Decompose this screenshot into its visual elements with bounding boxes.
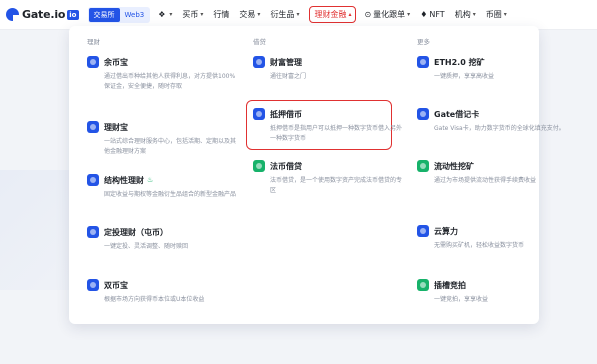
- menu-item-title: 抵押借币: [270, 109, 302, 119]
- menu-item-auto-invest[interactable]: 定投理财（屯币） 一键定投、灵活调整、随时赎回: [87, 226, 237, 252]
- nav-label: NFT: [429, 10, 445, 19]
- calendar-icon: [87, 226, 99, 238]
- menu-item-slot-auction[interactable]: 插槽竞拍 一键竞拍，享享收益: [417, 279, 567, 305]
- menu-item-title: 插槽竞拍: [434, 280, 466, 290]
- menu-item-title: 余币宝: [104, 57, 128, 67]
- main-nav: ❖ ▾ 买币 ▾ 行情 交易 ▾ 衍生品 ▾ 理财金融 ▴ ⊙ 量化跟单 ▾ ♦: [158, 6, 517, 23]
- nav-crypto-circle[interactable]: 币圈 ▾: [486, 9, 507, 20]
- nav-finance[interactable]: 理财金融 ▴: [309, 6, 357, 23]
- hot-icon: ♨: [147, 176, 154, 184]
- chevron-down-icon: ▾: [296, 11, 300, 18]
- menu-item-structured-product[interactable]: 结构性理财 ♨ 固定收益与期权等金融衍生品组合的新型金融产品: [87, 174, 237, 200]
- menu-item-desc: 通过借出币种给其他人获得利息，对方提供100%保证金，安全便捷，随时存取: [104, 73, 236, 90]
- menu-item-desc: 一站式综合理财服务中心，包括活期、定期以及其他金融理财方案: [104, 138, 237, 155]
- menu-item-debit-card[interactable]: Gate借记卡 Gate Visa卡，助力数字货币的全球化填充支付。: [417, 108, 567, 134]
- nav-label: 币圈: [485, 10, 502, 19]
- menu-item-desc: 一键定投、灵活调整、随时赎回: [104, 243, 189, 250]
- pledge-loan-icon: [253, 108, 265, 120]
- menu-item-title: 理财宝: [104, 122, 128, 132]
- nav-label: 交易: [239, 10, 256, 19]
- chevron-down-icon: ▾: [503, 11, 507, 18]
- background-decoration: [0, 170, 70, 290]
- menu-item-title: 定投理财（屯币）: [104, 227, 168, 237]
- wealth-icon: [253, 56, 265, 68]
- menu-item-wealth-management[interactable]: 财富管理 通往财富之门: [253, 56, 403, 82]
- menu-item-savings[interactable]: 余币宝 通过借出币种给其他人获得利息，对方提供100%保证金，安全便捷，随时存取: [87, 56, 237, 92]
- chevron-down-icon: ▾: [407, 11, 411, 18]
- nav-label: 理财金融: [314, 10, 347, 19]
- menu-item-desc: 根据市场方向获得币本位或U本位收益: [104, 296, 205, 303]
- exchange-mode-button[interactable]: 交易所: [88, 7, 120, 22]
- robot-icon: ⊙: [364, 10, 372, 19]
- menu-item-desc: 固定收益与期权等金融衍生品组合的新型金融产品: [104, 191, 237, 198]
- menu-item-fiat-loan[interactable]: 法币借贷 法币借贷，是一个使用数字资产完成法币借贷的专区: [253, 160, 403, 196]
- menu-item-title: 流动性挖矿: [434, 161, 474, 171]
- chevron-up-icon: ▴: [348, 11, 352, 18]
- nav-trade[interactable]: 交易 ▾: [239, 9, 260, 20]
- menu-item-pledge-loan[interactable]: 抵押借币 抵押借币是指用户可以抵押一种数字货币借入另外一种数字货币: [253, 108, 403, 144]
- cloud-mining-icon: [417, 225, 429, 237]
- fiat-loan-icon: [253, 160, 265, 172]
- nav-institutional[interactable]: 机构 ▾: [455, 9, 476, 20]
- card-icon: [417, 108, 429, 120]
- dual-currency-icon: [87, 279, 99, 291]
- chevron-down-icon: ▾: [257, 11, 261, 18]
- wallet-icon: [87, 121, 99, 133]
- nav-label: 机构: [454, 10, 471, 19]
- menu-item-title: Gate借记卡: [434, 109, 480, 119]
- nav-label: 买币: [182, 10, 199, 19]
- chevron-down-icon: ▾: [472, 11, 476, 18]
- chevron-down-icon: ▾: [200, 11, 204, 18]
- brand-badge: io: [67, 9, 79, 20]
- menu-item-title: 双币宝: [104, 280, 128, 290]
- finance-dropdown-menu: 理财 余币宝 通过借出币种给其他人获得利息，对方提供100%保证金，安全便捷，随…: [69, 26, 565, 324]
- menu-item-title: 云算力: [434, 226, 458, 236]
- menu-item-title: 法币借贷: [270, 161, 302, 171]
- coin-savings-icon: [87, 56, 99, 68]
- structured-product-icon: [87, 174, 99, 186]
- mode-switch: 交易所 Web3: [87, 6, 151, 23]
- brand-logo[interactable]: Gate.io io: [6, 8, 79, 21]
- web3-mode-button[interactable]: Web3: [120, 9, 150, 21]
- liquidity-icon: [417, 160, 429, 172]
- menu-item-title: 结构性理财: [104, 175, 144, 185]
- nav-markets[interactable]: 行情: [213, 9, 229, 20]
- nav-apps[interactable]: ❖ ▾: [158, 10, 172, 19]
- column-heading-lending: 借贷: [253, 38, 266, 46]
- menu-item-desc: 通过为市场提供流动性获得手续费收益: [434, 177, 537, 184]
- column-heading-finance: 理财: [87, 38, 100, 46]
- menu-item-liquidity-mining[interactable]: 流动性挖矿 通过为市场提供流动性获得手续费收益: [417, 160, 567, 186]
- nav-label: 量化跟单: [373, 10, 406, 19]
- brand-name: Gate.io: [22, 8, 66, 21]
- apps-grid-icon: ❖: [158, 10, 166, 19]
- diamond-icon: ♦: [420, 10, 428, 19]
- menu-item-title: 财富管理: [270, 57, 302, 67]
- menu-item-desc: 无需购买矿机，轻松收益数字货币: [434, 242, 525, 249]
- nav-quant-copy[interactable]: ⊙ 量化跟单 ▾: [364, 9, 410, 20]
- nav-derivatives[interactable]: 衍生品 ▾: [270, 9, 299, 20]
- column-heading-more: 更多: [417, 38, 430, 46]
- nav-buy-crypto[interactable]: 买币 ▾: [182, 9, 203, 20]
- nav-label: 衍生品: [270, 10, 295, 19]
- menu-item-desc: 一键竞拍，享享收益: [434, 296, 489, 303]
- chevron-down-icon: ▾: [169, 11, 173, 18]
- menu-item-wealth-center[interactable]: 理财宝 一站式综合理财服务中心，包括活期、定期以及其他金融理财方案: [87, 121, 237, 157]
- menu-item-cloud-mining[interactable]: 云算力 无需购买矿机，轻松收益数字货币: [417, 225, 567, 251]
- menu-item-desc: 通往财富之门: [270, 73, 307, 80]
- nav-nft[interactable]: ♦ NFT: [420, 10, 445, 19]
- menu-item-desc: 一键质押，享享高收益: [434, 73, 495, 80]
- eth-icon: [417, 56, 429, 68]
- menu-item-desc: 法币借贷，是一个使用数字资产完成法币借贷的专区: [270, 177, 403, 194]
- menu-item-eth2-mining[interactable]: ETH2.0 挖矿 一键质押，享享高收益: [417, 56, 567, 82]
- menu-item-desc: 抵押借币是指用户可以抵押一种数字货币借入另外一种数字货币: [270, 125, 403, 142]
- auction-icon: [417, 279, 429, 291]
- gate-logo-icon: [6, 8, 19, 21]
- menu-item-title: ETH2.0 挖矿: [434, 57, 485, 67]
- menu-item-dual-currency[interactable]: 双币宝 根据市场方向获得币本位或U本位收益: [87, 279, 237, 305]
- nav-label: 行情: [213, 10, 230, 19]
- menu-item-desc: Gate Visa卡，助力数字货币的全球化填充支付。: [434, 125, 565, 132]
